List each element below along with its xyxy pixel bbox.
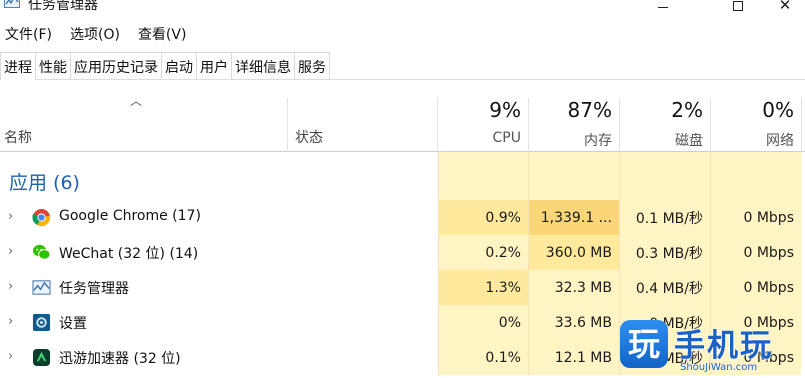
section-cell [438, 152, 528, 200]
expand-chevron-icon[interactable]: › [8, 314, 13, 329]
disk-cell: 0.3 MB/秒 [619, 235, 710, 270]
column-status[interactable]: 状态 [295, 127, 323, 147]
expand-chevron-icon[interactable]: › [8, 349, 13, 364]
cpu-cell: 0.1% [438, 340, 528, 375]
disk-total-percent: 2% [671, 98, 703, 122]
title-bar: 任务管理器 ✕ [0, 0, 805, 18]
menu-view[interactable]: 查看(V) [133, 22, 192, 44]
watermark-glyph: 玩 [628, 325, 661, 363]
column-header: ︿ 名称 状态 9% CPU 87% 内存 2% 磁盘 0% 网络 [0, 80, 805, 152]
column-divider[interactable] [287, 98, 288, 152]
expand-chevron-icon[interactable]: › [8, 209, 13, 224]
section-cell [710, 152, 801, 200]
tab-details[interactable]: 详细信息 [231, 52, 295, 79]
network-total-percent: 0% [762, 98, 794, 122]
column-network[interactable]: 0% 网络 [710, 96, 801, 152]
task-manager-app-icon [4, 0, 20, 8]
network-cell: 0 Mbps [710, 235, 801, 270]
cpu-cell: 0.2% [438, 235, 528, 270]
section-cell [528, 152, 619, 200]
memory-cell: 33.6 MB [528, 305, 619, 340]
column-cpu[interactable]: 9% CPU [438, 96, 528, 152]
network-cell: 0 Mbps [710, 270, 801, 305]
tab-performance[interactable]: 性能 [35, 52, 71, 79]
menu-file[interactable]: 文件(F) [0, 22, 57, 44]
cpu-cell: 1.3% [438, 270, 528, 305]
memory-cell: 32.3 MB [528, 270, 619, 305]
network-cell: 0 Mbps [710, 200, 801, 235]
maximize-icon [733, 1, 743, 11]
cpu-cell: 0% [438, 305, 528, 340]
minimize-button[interactable] [640, 0, 686, 14]
minimize-icon [658, 6, 668, 8]
close-icon: ✕ [778, 0, 792, 14]
disk-cell: 0.4 MB/秒 [619, 270, 710, 305]
column-name[interactable]: 名称 [4, 127, 32, 147]
watermark: 玩 手机玩 ShouJiWan.com [616, 318, 805, 378]
chrome-icon [32, 208, 51, 227]
close-button[interactable]: ✕ [762, 0, 805, 14]
menu-options[interactable]: 选项(O) [65, 22, 125, 44]
maximize-button[interactable] [715, 0, 761, 14]
memory-cell: 1,339.1 ... [528, 200, 619, 235]
process-name: WeChat (32 位) (14) [59, 246, 199, 262]
tab-bar: 进程 性能 应用历史记录 启动 用户 详细信息 服务 [0, 52, 805, 80]
watermark-logo-icon: 玩 [620, 320, 668, 368]
memory-label: 内存 [584, 133, 612, 149]
menu-bar: 文件(F) 选项(O) 查看(V) [0, 22, 199, 44]
settings-icon [32, 313, 51, 332]
expand-chevron-icon[interactable]: › [8, 244, 13, 259]
column-memory[interactable]: 87% 内存 [528, 96, 619, 152]
tab-processes[interactable]: 进程 [0, 52, 36, 80]
process-row-chrome[interactable]: › Google Chrome (17) 0.9% 1,339.1 ... 0.… [0, 200, 805, 235]
watermark-text: 手机玩 [674, 328, 773, 364]
process-name: 任务管理器 [59, 281, 129, 297]
process-name: 迅游加速器 (32 位) [59, 351, 181, 367]
process-name: 设置 [59, 316, 87, 332]
disk-label: 磁盘 [675, 133, 703, 149]
process-row-task-manager[interactable]: › 任务管理器 1.3% 32.3 MB 0.4 MB/秒 0 Mbps [0, 270, 805, 305]
section-cell [619, 152, 710, 200]
memory-cell: 12.1 MB [528, 340, 619, 375]
expand-chevron-icon[interactable]: › [8, 279, 13, 294]
memory-total-percent: 87% [567, 98, 612, 122]
process-row-wechat[interactable]: › WeChat (32 位) (14) 0.2% 360.0 MB 0.3 M… [0, 235, 805, 270]
sort-ascending-icon[interactable]: ︿ [130, 92, 142, 109]
section-apps: 应用 (6) [0, 152, 805, 200]
column-divider[interactable] [801, 98, 802, 152]
tab-services[interactable]: 服务 [294, 52, 330, 79]
disk-cell: 0.1 MB/秒 [619, 200, 710, 235]
tab-startup[interactable]: 启动 [161, 52, 197, 79]
wechat-icon [32, 243, 51, 262]
tab-users[interactable]: 用户 [196, 52, 232, 79]
memory-cell: 360.0 MB [528, 235, 619, 270]
cpu-total-percent: 9% [489, 98, 521, 122]
xunyou-icon [32, 348, 51, 367]
cpu-label: CPU [492, 130, 521, 146]
network-label: 网络 [766, 133, 794, 149]
cpu-cell: 0.9% [438, 200, 528, 235]
window-title: 任务管理器 [28, 0, 98, 13]
process-name: Google Chrome (17) [59, 208, 201, 224]
section-title-apps: 应用 (6) [9, 172, 80, 194]
column-disk[interactable]: 2% 磁盘 [619, 96, 710, 152]
tab-app-history[interactable]: 应用历史记录 [70, 52, 162, 79]
watermark-url: ShouJiWan.com [680, 362, 758, 373]
task-manager-icon [32, 278, 51, 297]
